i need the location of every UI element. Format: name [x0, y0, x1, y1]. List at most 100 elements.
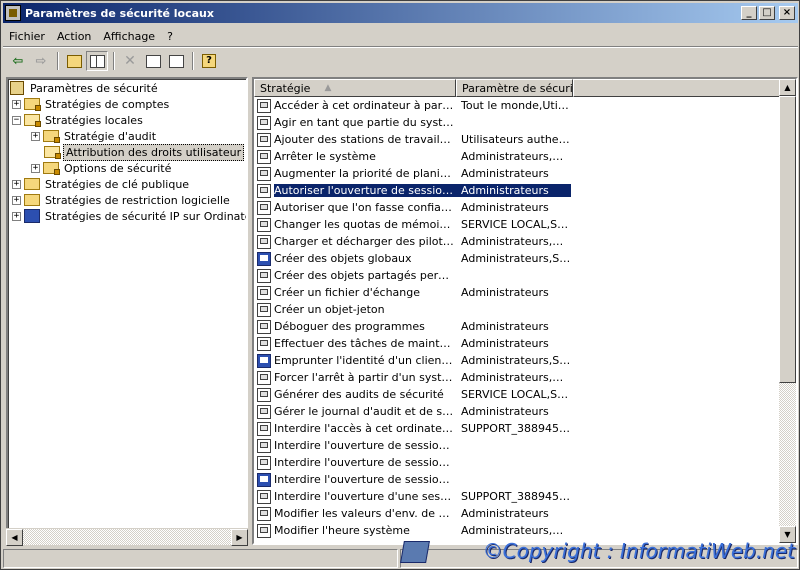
policy-setting-cell: SUPPORT_388945a0 — [461, 490, 571, 503]
maximize-button[interactable]: □ — [759, 6, 775, 20]
back-button[interactable]: ⇦ — [7, 51, 29, 71]
tree-item-account-policies[interactable]: + Stratégies de comptes — [12, 96, 171, 112]
policy-name-cell: Modifier les valeurs d'env. de micr... — [274, 507, 456, 520]
tree-pane[interactable]: Paramètres de sécurité + Stratégies de c… — [6, 77, 248, 545]
column-header-setting[interactable]: Paramètre de sécurité — [456, 79, 573, 97]
list-vertical-scrollbar[interactable]: ▲ ▼ — [779, 79, 796, 543]
policy-setting-cell: Administrateurs,SE... — [461, 354, 571, 367]
policy-setting-cell: SUPPORT_388945a0 — [461, 422, 571, 435]
up-one-level-button[interactable] — [63, 51, 85, 71]
expand-icon[interactable]: + — [31, 163, 40, 173]
policy-name-cell: Déboguer des programmes — [274, 320, 425, 333]
menu-help[interactable]: ? — [161, 30, 179, 43]
tree-item-audit-policy[interactable]: + Stratégie d'audit — [31, 128, 158, 144]
policy-row[interactable]: Augmenter la priorité de planification Ad… — [254, 165, 782, 182]
expand-icon[interactable]: + — [12, 211, 21, 221]
lock-badge-icon — [35, 105, 41, 111]
tree-item-label: Stratégies locales — [45, 113, 143, 127]
tree-horizontal-scrollbar[interactable]: ◀ ▶ — [6, 528, 248, 546]
tree-root[interactable]: Paramètres de sécurité — [10, 80, 160, 96]
list-header: Stratégie ▲ Paramètre de sécurité — [254, 79, 782, 97]
forward-icon: ⇨ — [35, 53, 47, 69]
tree-item-ip-security[interactable]: + Stratégies de sécurité IP sur Ordinate… — [12, 208, 246, 224]
help-button[interactable]: ? — [198, 51, 220, 71]
collapse-icon[interactable]: − — [12, 115, 21, 125]
forward-button[interactable]: ⇨ — [30, 51, 52, 71]
expand-icon[interactable]: + — [12, 99, 21, 109]
menu-action[interactable]: Action — [51, 30, 97, 43]
policy-setting-cell: Administrateurs — [461, 201, 549, 214]
policy-name-cell: Ajouter des stations de travail au ... — [274, 133, 456, 146]
policy-row[interactable]: Interdire l'ouverture d'une session... SU… — [254, 488, 782, 505]
copyright-watermark: ©Copyright : InformatiWeb.net — [482, 539, 795, 563]
policy-row[interactable]: Arrêter le système Administrateurs,Op... — [254, 148, 782, 165]
policy-row[interactable]: Changer les quotas de mémoire d'... SERVI… — [254, 216, 782, 233]
show-hide-tree-icon — [89, 54, 105, 68]
policy-setting-cell: Utilisateurs authenti... — [461, 133, 571, 146]
policy-name-cell: Arrêter le système — [274, 150, 376, 163]
folder-lock-icon — [24, 98, 41, 111]
policy-row[interactable]: Modifier les valeurs d'env. de micr... Ad… — [254, 505, 782, 522]
policy-row[interactable]: Créer des objets partagés perman... — [254, 267, 782, 284]
policy-name-cell: Autoriser que l'on fasse confiance ... — [274, 201, 456, 214]
policy-row[interactable]: Modifier l'heure système Administrateurs,… — [254, 522, 782, 539]
scroll-up-icon[interactable]: ▲ — [779, 79, 796, 96]
scroll-left-icon[interactable]: ◀ — [6, 529, 23, 546]
policy-row[interactable]: Agir en tant que partie du systèm... — [254, 114, 782, 131]
scroll-thumb[interactable] — [779, 96, 796, 383]
policy-row[interactable]: Effectuer des tâches de maintena... Admin… — [254, 335, 782, 352]
menu-affichage[interactable]: Affichage — [97, 30, 161, 43]
column-header-label: Paramètre de sécurité — [462, 81, 573, 95]
policy-name-cell: Créer des objets globaux — [274, 252, 412, 265]
export-list-button[interactable] — [165, 51, 187, 71]
policy-setting-cell: Administrateurs — [461, 286, 549, 299]
policy-row[interactable]: Interdire l'ouverture de session en... — [254, 437, 782, 454]
policy-row[interactable]: Créer un objet-jeton — [254, 301, 782, 318]
list-pane[interactable]: Stratégie ▲ Paramètre de sécurité Accéde… — [252, 77, 798, 545]
policy-row[interactable]: Charger et décharger des pilotes ... Admi… — [254, 233, 782, 250]
policy-row[interactable]: Interdire l'ouverture de session en... — [254, 454, 782, 471]
lock-badge-icon — [35, 121, 41, 127]
minimize-button[interactable]: _ — [741, 6, 757, 20]
delete-button[interactable]: ✕ — [119, 51, 141, 71]
policy-list: Accéder à cet ordinateur à partir d... To… — [254, 97, 782, 539]
policy-row[interactable]: Ajouter des stations de travail au ... Ut… — [254, 131, 782, 148]
tree-item-local-policies[interactable]: − Stratégies locales — [12, 112, 145, 128]
back-icon: ⇦ — [12, 53, 24, 69]
tree-item-public-key-policies[interactable]: + Stratégies de clé publique — [12, 176, 191, 192]
expand-icon[interactable]: + — [12, 179, 21, 189]
policy-row[interactable]: Gérer le journal d'audit et de sécurité A… — [254, 403, 782, 420]
toolbar-separator — [113, 52, 115, 70]
policy-row[interactable]: Interdire l'ouverture de session pa... — [254, 471, 782, 488]
policy-name-cell: Interdire l'ouverture de session pa... — [274, 473, 456, 486]
policy-row-selected[interactable]: Autoriser l'ouverture de session p... Adm… — [254, 182, 782, 199]
scroll-right-icon[interactable]: ▶ — [231, 529, 248, 546]
policy-row[interactable]: Emprunter l'identité d'un client apr... A… — [254, 352, 782, 369]
tree-item-label: Stratégies de restriction logicielle — [45, 193, 230, 207]
policy-icon — [257, 455, 271, 470]
app-window: Paramètres de sécurité locaux _ □ × Fich… — [0, 0, 800, 570]
properties-button[interactable] — [142, 51, 164, 71]
policy-row[interactable]: Créer un fichier d'échange Administrateur… — [254, 284, 782, 301]
expand-icon[interactable]: + — [31, 131, 40, 141]
close-button[interactable]: × — [779, 6, 795, 20]
tree-item-software-restriction[interactable]: + Stratégies de restriction logicielle — [12, 192, 232, 208]
policy-row[interactable]: Accéder à cet ordinateur à partir d... To… — [254, 97, 782, 114]
policy-row[interactable]: Autoriser que l'on fasse confiance ... Ad… — [254, 199, 782, 216]
expand-icon[interactable]: + — [12, 195, 21, 205]
column-header-policy[interactable]: Stratégie ▲ — [254, 79, 456, 97]
show-hide-tree-button[interactable] — [86, 51, 108, 71]
app-icon — [5, 5, 21, 21]
tree-item-security-options[interactable]: + Options de sécurité — [31, 160, 173, 176]
scroll-track[interactable] — [23, 529, 231, 545]
policy-row[interactable]: Générer des audits de sécurité SERVICE LO… — [254, 386, 782, 403]
policy-row[interactable]: Interdire l'accès à cet ordinateur à... S… — [254, 420, 782, 437]
title-bar[interactable]: Paramètres de sécurité locaux _ □ × — [3, 3, 798, 23]
menu-fichier[interactable]: Fichier — [3, 30, 51, 43]
menu-separator — [3, 46, 798, 48]
open-folder-lock-icon — [44, 146, 61, 159]
policy-row[interactable]: Forcer l'arrêt à partir d'un système... A… — [254, 369, 782, 386]
tree-item-user-rights[interactable]: Attribution des droits utilisateur — [44, 143, 245, 161]
policy-row[interactable]: Déboguer des programmes Administrateurs — [254, 318, 782, 335]
policy-row[interactable]: Créer des objets globaux Administrateurs,… — [254, 250, 782, 267]
